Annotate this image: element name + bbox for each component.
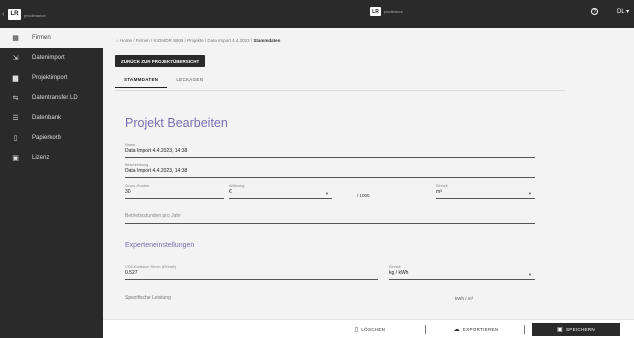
tab-bar: STAMMDATEN LECKAGEN [115, 71, 212, 88]
description-label: Beschreibung [125, 163, 149, 167]
currency-select[interactable]: Währung € ▼ [229, 184, 332, 199]
breadcrumb-home[interactable]: Home [120, 38, 132, 43]
export-label: EXPORTIEREN [462, 327, 499, 332]
home-icon[interactable]: ⌂ [116, 38, 119, 43]
description-underline [125, 177, 535, 178]
currency-underline [229, 198, 332, 199]
co2-value[interactable]: 0.527 [125, 270, 378, 276]
unit-label: Einheit [436, 184, 448, 188]
sidebar-item-label: Datentransfer LD [32, 95, 78, 101]
chevron-down-icon: ▼ [528, 191, 532, 196]
save-button[interactable]: ▣ SPEICHERN [532, 323, 620, 336]
import-icon: ⇲ [12, 55, 19, 62]
chevron-down-icon: ▼ [528, 272, 532, 277]
sidebar-nav: ▦ Firmen ⇲ Datenimport ▆ Projektimport ⇆ Datent… [0, 28, 103, 168]
user-menu[interactable]: DL ▾ [617, 8, 629, 15]
back-to-projects-button[interactable]: ZURÜCK ZUR PROJEKTÜBERSICHT [115, 55, 206, 67]
sidebar-item-datentransfer-ld[interactable]: ⇆ Datentransfer LD [0, 88, 103, 108]
list-icon: ☰ [12, 115, 19, 122]
tabs-divider [115, 90, 565, 91]
sidebar-item-datenbank[interactable]: ☰ Datenbank [0, 108, 103, 128]
topbar-logo-mark: LR [370, 7, 381, 16]
specific-power-unit: kWh / m³ [455, 296, 473, 301]
sidebar: ‹ LR proclimance ▦ Firmen ⇲ Datenimport ▆ Pro… [0, 0, 103, 338]
action-separator [524, 325, 525, 334]
unit-select[interactable]: Einheit m³ ▼ [436, 184, 535, 199]
name-underline [125, 157, 535, 158]
breadcrumb-firmen[interactable]: Firmen [136, 38, 150, 43]
action-separator [425, 325, 426, 334]
sidebar-item-label: Projektimport [32, 75, 68, 81]
co2-unit-value: kg / kWh [389, 270, 409, 276]
sidebar-item-label: Papierkorb [32, 135, 62, 141]
sidebar-item-label: Firmen [32, 35, 51, 41]
license-icon: ▣ [12, 155, 19, 162]
name-value[interactable]: Data Import 4.4.2023, 14:38 [125, 148, 535, 154]
delete-button[interactable]: ▯ LÖSCHEN [335, 323, 405, 336]
description-value[interactable]: Data Import 4.4.2023, 14:38 [125, 168, 535, 174]
tab-stammdaten[interactable]: STAMMDATEN [115, 71, 168, 88]
expert-settings-title: Experteneinstellungen [125, 242, 195, 249]
breadcrumb-current: Stammdaten [253, 38, 281, 43]
name-label: Name [125, 143, 136, 147]
sidebar-item-lizenz[interactable]: ▣ Lizenz [0, 148, 103, 168]
breadcrumb: ⌂ Home / Firmen / KIOMOR WKB / Projekte … [116, 38, 280, 43]
trash-icon: ▯ [354, 327, 359, 333]
save-label: SPEICHERN [566, 327, 595, 332]
name-field[interactable]: Name Data Import 4.4.2023, 14:38 [125, 143, 535, 158]
price-field[interactable]: Strom-/Kosten 30 [125, 184, 224, 199]
transfer-icon: ⇆ [12, 95, 19, 102]
main-content: ⌂ Home / Firmen / KIOMOR WKB / Projekte … [103, 28, 634, 338]
unit-underline [436, 198, 535, 199]
cloud-download-icon: ☁ [453, 327, 460, 333]
topbar-logo[interactable]: LR proclimance [370, 7, 403, 16]
export-button[interactable]: ☁ EXPORTIEREN [436, 323, 516, 336]
price-underline [125, 198, 224, 199]
price-value[interactable]: 30 [125, 189, 224, 195]
app-logo-subtitle: proclimance [24, 13, 46, 18]
price-label: Strom-/Kosten [125, 184, 150, 188]
sidebar-item-label: Datenbank [32, 115, 62, 121]
topbar-logo-subtitle: proclimance [384, 10, 403, 14]
delete-label: LÖSCHEN [361, 327, 386, 332]
operating-hours-field[interactable]: Betriebsstunden pro Jahr [125, 212, 535, 224]
operating-hours-placeholder[interactable]: Betriebsstunden pro Jahr [125, 213, 535, 219]
co2-unit-underline [389, 279, 535, 280]
operating-hours-underline [125, 223, 535, 224]
sidebar-header: ‹ LR proclimance [0, 0, 103, 28]
sidebar-item-projektimport[interactable]: ▆ Projektimport [0, 68, 103, 88]
breadcrumb-projects[interactable]: Projekte [187, 38, 204, 43]
tab-leckagen[interactable]: LECKAGEN [167, 71, 212, 88]
page-title: Projekt Bearbeiten [125, 116, 228, 130]
trash-icon: ▯ [13, 135, 18, 142]
currency-value: € [229, 189, 232, 195]
breadcrumb-company[interactable]: KIOMOR WKB [154, 38, 184, 43]
sidebar-item-datenimport[interactable]: ⇲ Datenimport [0, 48, 103, 68]
app-logo[interactable]: LR [8, 8, 21, 20]
building-icon: ▦ [12, 35, 19, 42]
co2-field[interactable]: CO2-Emission Strom (Einheit) 0.527 [125, 265, 378, 280]
sidebar-item-label: Lizenz [32, 155, 50, 161]
top-bar: LR proclimance ? DL ▾ [103, 0, 634, 28]
sidebar-item-label: Datenimport [32, 55, 65, 61]
co2-unit-label: Einheit [389, 265, 401, 269]
co2-label: CO2-Emission Strom (Einheit) [125, 265, 176, 269]
floppy-disk-icon: ▣ [557, 327, 563, 333]
co2-underline [125, 279, 378, 280]
co2-unit-select[interactable]: Einheit kg / kWh ▼ [389, 265, 535, 280]
action-bar: ▯ LÖSCHEN ☁ EXPORTIEREN ▣ SPEICHERN [103, 319, 634, 338]
unit-value: m³ [436, 189, 442, 195]
briefcase-icon: ▆ [12, 75, 19, 82]
description-field[interactable]: Beschreibung Data Import 4.4.2023, 14:38 [125, 163, 535, 178]
specific-power-label: Spezifische Leistung [125, 295, 171, 301]
chevron-down-icon: ▼ [325, 191, 329, 196]
sidebar-item-papierkorb[interactable]: ▯ Papierkorb [0, 128, 103, 148]
sidebar-item-firmen[interactable]: ▦ Firmen [0, 28, 103, 48]
currency-label: Währung [229, 184, 245, 188]
per-unit-text: / 1000 [357, 193, 370, 198]
help-icon[interactable]: ? [591, 8, 598, 15]
breadcrumb-project[interactable]: Data Import 4.4.2023 [207, 38, 249, 43]
